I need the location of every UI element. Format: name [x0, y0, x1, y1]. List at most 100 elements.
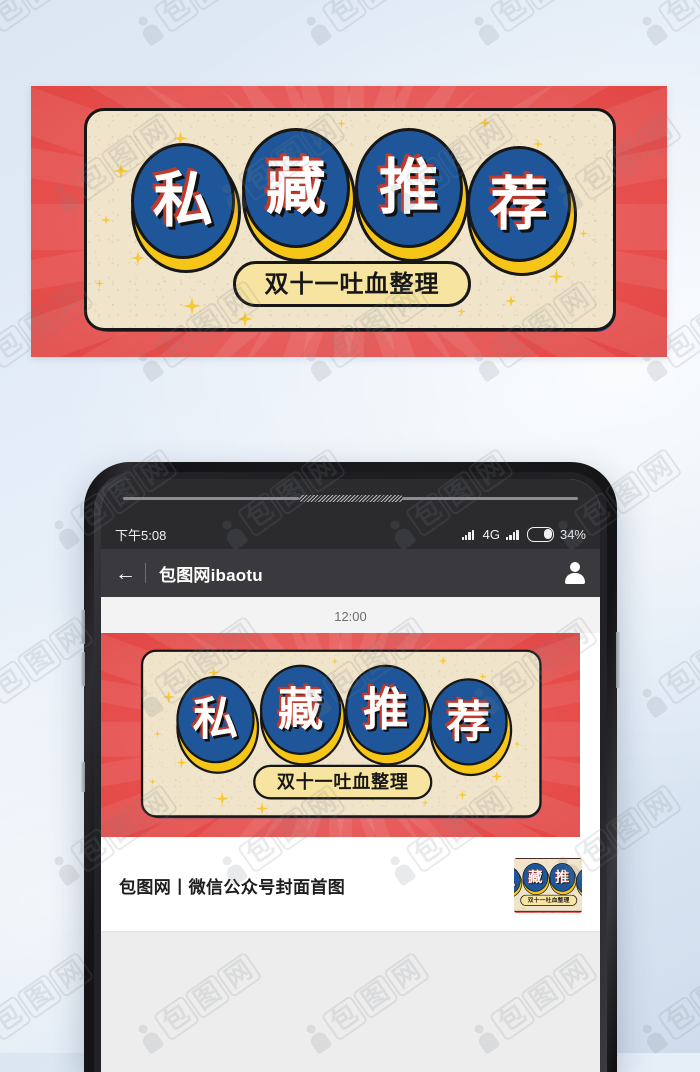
- volume-down-button[interactable]: [81, 652, 85, 686]
- hero-pill: 双十一吐血整理: [253, 765, 432, 800]
- signal-bars-icon: [462, 529, 477, 540]
- watermark-char: 包: [153, 0, 201, 34]
- hero-card: 私 藏 推 荐 双十一吐血整理: [84, 108, 616, 331]
- watermark-char: 图: [520, 0, 568, 12]
- star-icon: [514, 741, 521, 748]
- watermark-char: 包: [0, 659, 32, 706]
- watermark-mark: 包图网: [635, 0, 700, 49]
- watermark-char: 图: [16, 0, 64, 12]
- star-icon: [422, 799, 429, 806]
- bubble-label: 推: [379, 158, 439, 218]
- article-title: 包图网丨微信公众号封面首图: [119, 873, 504, 898]
- star-icon: [256, 802, 268, 814]
- hero-pill: 双十一吐血整理: [233, 261, 471, 307]
- bubble-disc: 荐: [429, 678, 507, 765]
- ibaotu-logo-icon: [48, 515, 83, 552]
- ibaotu-logo-icon: [300, 11, 335, 48]
- bubble-label: 荐: [447, 700, 491, 744]
- star-icon: [458, 790, 467, 799]
- ibaotu-logo-icon: [636, 1019, 671, 1056]
- watermark-char: 图: [16, 637, 64, 684]
- status-bar: 下午5:08 4G 34%: [101, 519, 600, 549]
- star-icon: [579, 861, 582, 864]
- watermark-char: 包: [657, 659, 700, 706]
- bubble-disc: 推: [549, 863, 575, 892]
- bubble-label: 藏: [266, 158, 326, 218]
- hero-banner: 私 藏 推 荐 双十一吐血整理: [31, 86, 667, 357]
- article-footer: 包图网丨微信公众号封面首图 私 藏 推: [101, 842, 600, 931]
- hero-pill: 双十一吐血整理: [520, 895, 577, 906]
- earpiece-speaker-icon: [299, 495, 403, 502]
- watermark-char: 包: [489, 0, 537, 34]
- star-icon: [457, 307, 466, 316]
- arrow-left-icon[interactable]: ←: [115, 563, 141, 584]
- hero-banner-thumb: 私 藏 推 荐 双十一吐血整理: [514, 858, 582, 913]
- watermark-char: 图: [688, 973, 700, 1020]
- bubble-disc: 荐: [576, 868, 582, 896]
- star-icon: [579, 229, 588, 238]
- watermark-char: 图: [352, 0, 400, 12]
- watermark-char: 包: [0, 995, 32, 1042]
- bubble-4: 荐: [576, 868, 582, 896]
- bubble-disc: 推: [355, 128, 463, 248]
- watermark-char: 包: [657, 0, 700, 34]
- bubble-label: 藏: [528, 870, 542, 884]
- bubble-1: 私: [176, 676, 254, 763]
- bubble-3: 推: [345, 665, 426, 755]
- star-icon: [549, 269, 564, 284]
- battery-percent: 34%: [560, 527, 586, 542]
- watermark-mark: 包图网: [635, 615, 700, 720]
- star-icon: [479, 117, 491, 129]
- bubble-disc: 私: [131, 143, 235, 259]
- star-icon: [95, 279, 104, 288]
- battery-icon: [527, 527, 554, 542]
- bubble-4: 荐: [429, 678, 507, 765]
- navbar-title: 包图网ibaotu: [159, 561, 263, 586]
- star-icon: [215, 792, 229, 806]
- watermark-mark: 包图网: [635, 951, 700, 1056]
- hero-pill-label: 双十一吐血整理: [528, 898, 570, 904]
- hero-banner-phone: 私 藏 推 荐 双十一吐血整理: [101, 633, 580, 837]
- watermark-mark: 包图网: [0, 0, 95, 49]
- star-icon: [154, 730, 162, 738]
- star-icon: [331, 658, 338, 665]
- watermark-char: 网: [635, 447, 683, 494]
- ibaotu-logo-icon: [636, 683, 671, 720]
- earpiece-row: [101, 479, 600, 519]
- phone-screen: 下午5:08 4G 34% ← 包图网ibaotu 12:00: [101, 479, 600, 1072]
- bubble-1: 私: [131, 143, 235, 259]
- hero-card: 私 藏 推 荐 双十一吐血整理: [141, 650, 542, 818]
- article-cover-image[interactable]: 私 藏 推 荐 双十一吐血整理: [101, 633, 600, 842]
- bubble-disc: 藏: [242, 128, 350, 248]
- user-avatar-icon[interactable]: [564, 562, 586, 584]
- bubble-disc: 推: [345, 665, 426, 755]
- star-icon: [237, 311, 253, 327]
- star-icon: [163, 691, 175, 703]
- watermark-mark: 包图网: [0, 951, 95, 1056]
- bubble-disc: 荐: [467, 146, 571, 262]
- star-icon: [113, 163, 129, 179]
- watermark-mark: 包图网: [299, 0, 430, 49]
- bubble-3: 推: [355, 128, 463, 248]
- earpiece-bar-left: [123, 497, 299, 500]
- power-button[interactable]: [616, 632, 620, 688]
- watermark-char: 图: [688, 301, 700, 348]
- side-button-lower[interactable]: [81, 762, 85, 792]
- watermark-char: 图: [688, 637, 700, 684]
- bubble-label: 藏: [278, 687, 323, 732]
- chat-timestamp: 12:00: [101, 597, 600, 633]
- watermark-mark: 包图网: [467, 0, 598, 49]
- volume-up-button[interactable]: [81, 610, 85, 644]
- bubble-4: 荐: [467, 146, 571, 262]
- watermark-char: 图: [688, 0, 700, 12]
- navbar-divider: [145, 563, 146, 583]
- article-thumbnail[interactable]: 私 藏 推 荐 双十一吐血整理: [514, 858, 582, 913]
- star-icon: [574, 906, 576, 908]
- bubble-2: 藏: [522, 863, 548, 892]
- phone-mockup: 下午5:08 4G 34% ← 包图网ibaotu 12:00: [84, 462, 617, 1072]
- bubble-2: 藏: [242, 128, 350, 248]
- star-icon: [521, 907, 525, 911]
- article-message-card[interactable]: 私 藏 推 荐 双十一吐血整理: [101, 633, 600, 931]
- ibaotu-logo-icon: [636, 11, 671, 48]
- watermark-char: 网: [635, 783, 683, 830]
